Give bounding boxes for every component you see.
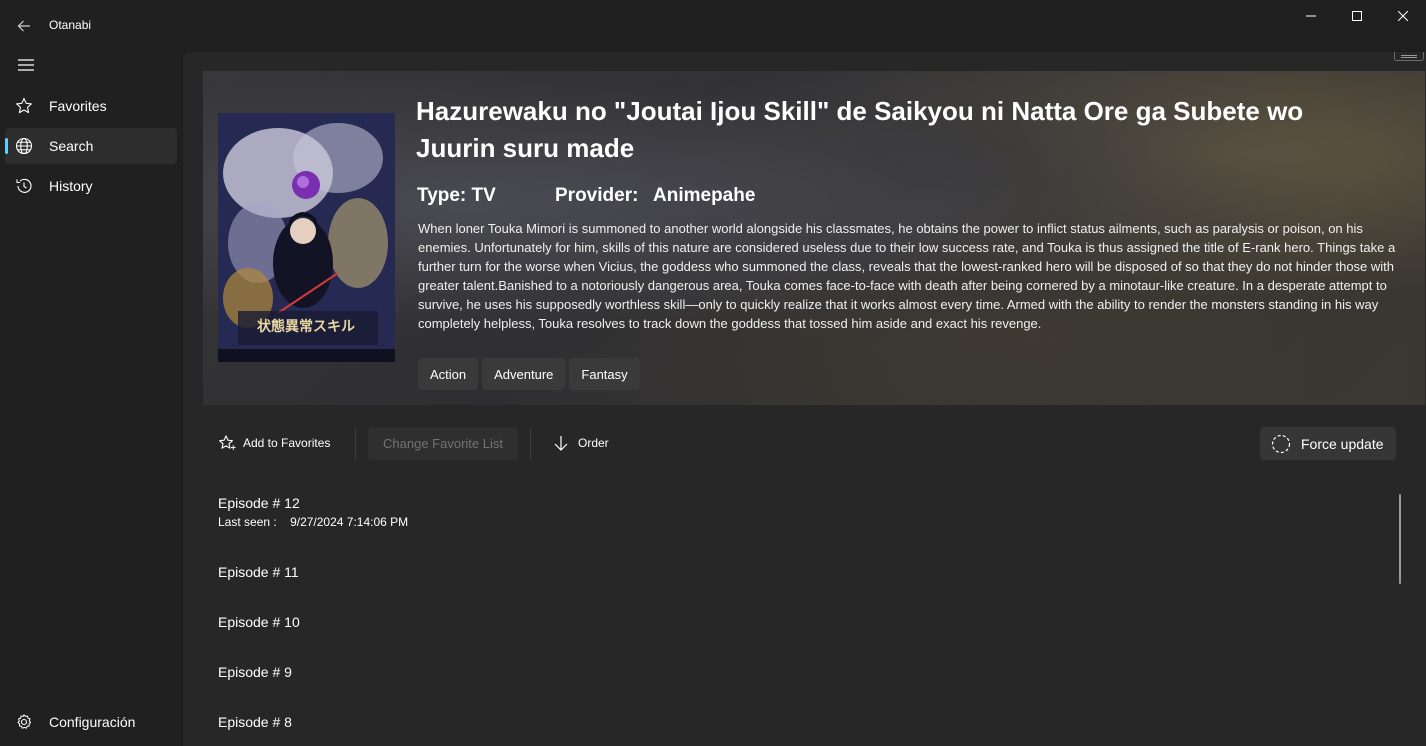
main-content: 状態異常スキル Hazurewaku no "Joutai Ijou Skill… [182,51,1426,746]
episode-title[interactable]: Episode # 10 [218,614,300,630]
history-icon [15,177,33,195]
anime-meta: Type: TV Provider: Animepahe [417,185,755,207]
arrow-down-icon [554,436,568,451]
toolbar-separator [355,428,356,460]
type-label: Type: [417,185,467,206]
toolbar-separator [530,428,531,460]
maximize-button[interactable] [1334,0,1380,32]
title-bar: Otanabi [0,0,1426,48]
add-to-favorites-button[interactable]: Add to Favorites [218,426,330,460]
episode-list-scrollbar[interactable] [1399,494,1401,584]
back-button[interactable] [10,12,38,40]
arrow-left-icon [17,20,30,32]
maximize-icon [1352,11,1362,21]
nav-item-label: Configuración [49,714,136,730]
nav-item-favorites[interactable]: Favorites [5,88,177,124]
globe-icon [15,137,33,155]
refresh-icon [1271,434,1291,453]
episode-title[interactable]: Episode # 11 [218,564,299,580]
minimize-button[interactable] [1288,0,1334,32]
genre-list: Action Adventure Fantasy [418,358,640,390]
nav-item-label: Favorites [49,98,107,114]
nav-item-search[interactable]: Search [5,128,177,164]
episode-title[interactable]: Episode # 12 [218,495,300,511]
force-update-label: Force update [1301,435,1384,452]
app-title: Otanabi [49,18,92,32]
force-update-button[interactable]: Force update [1260,427,1396,460]
episode-title[interactable]: Episode # 9 [218,664,292,680]
svg-text:状態異常スキル: 状態異常スキル [257,318,355,335]
pane-grip[interactable] [1394,52,1424,61]
nav-item-settings[interactable]: Configuración [5,704,177,740]
nav-toggle-button[interactable] [10,51,42,79]
anime-title: Hazurewaku no "Joutai Ijou Skill" de Sai… [416,96,1304,163]
order-label: Order [578,436,609,450]
star-icon [15,97,33,115]
star-add-icon [219,435,236,450]
provider-field: Provider: Animepahe [555,185,755,207]
provider-value: Animepahe [653,185,756,206]
type-field: Type: TV [417,185,555,207]
genre-tag-fantasy[interactable]: Fantasy [569,358,640,390]
nav-item-label: Search [49,138,94,154]
add-to-favorites-label: Add to Favorites [243,436,331,450]
nav-item-history[interactable]: History [5,168,177,204]
anime-synopsis: When loner Touka Mimori is summoned to a… [418,221,1396,331]
anime-header: 状態異常スキル Hazurewaku no "Joutai Ijou Skill… [203,71,1425,405]
hamburger-icon [18,59,34,71]
order-button[interactable]: Order [553,426,609,460]
type-value: TV [471,185,496,206]
change-favorite-list-button[interactable]: Change Favorite List [368,427,518,460]
genre-tag-adventure[interactable]: Adventure [482,358,566,390]
minimize-icon [1306,15,1316,17]
episode-title[interactable]: Episode # 8 [218,714,292,730]
anime-poster: 状態異常スキル [218,113,395,362]
close-icon [1398,11,1408,21]
genre-tag-action[interactable]: Action [418,358,479,390]
nav-item-label: History [49,178,93,194]
provider-label: Provider: [555,185,639,206]
last-seen-label: Last seen : [218,515,277,529]
last-seen-value: 9/27/2024 7:14:06 PM [290,515,409,529]
gear-icon [15,713,33,731]
episode-last-seen: Last seen : 9/27/2024 7:14:06 PM [218,515,408,529]
close-button[interactable] [1380,0,1426,32]
